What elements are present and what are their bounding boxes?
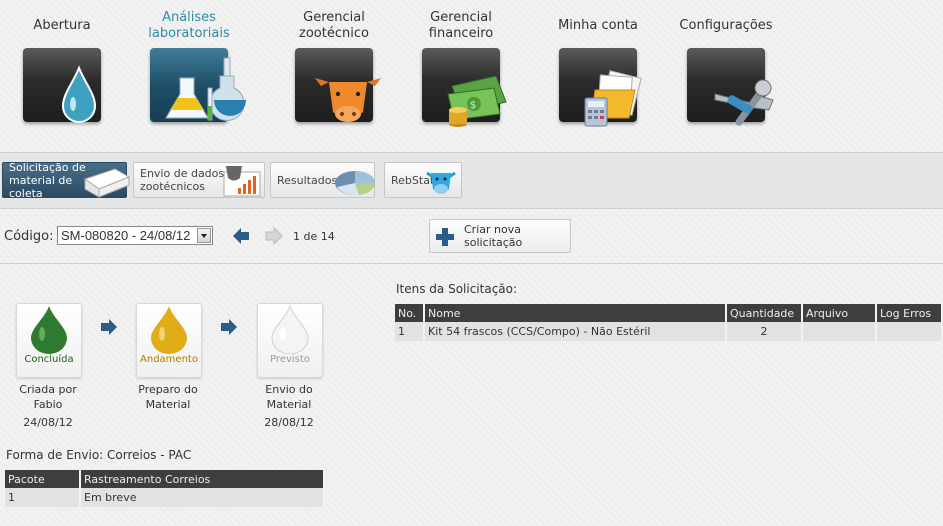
table-row: 1 Kit 54 frascos (CCS/Compo) - Não Estér…	[395, 322, 943, 341]
subnav-envio-dados[interactable]: Envio de dados zootécnicos	[133, 162, 265, 198]
nav-analises-laboratoriais[interactable]: Análises laboratoriais	[129, 0, 249, 122]
step-caption-line: Material	[145, 398, 191, 411]
cow-head-icon	[295, 48, 381, 122]
water-drop-icon	[31, 306, 67, 354]
table-cell: 1	[5, 488, 81, 507]
step-previsto: Previsto	[257, 303, 323, 378]
shipping-table: Pacote Rastreamento Correios 1 Em breve	[5, 470, 325, 507]
nav-gerencial-zootecnico[interactable]: Gerencial zootécnico	[274, 0, 394, 122]
subnav-label: Resultados	[277, 173, 338, 187]
report-chart-icon	[223, 166, 261, 197]
svg-text:$: $	[470, 100, 476, 111]
step-concluida: Concluída	[16, 303, 82, 378]
styrofoam-box-icon	[83, 168, 131, 198]
nav-label: Gerencial financeiro	[428, 10, 494, 41]
items-title: Itens da Solicitação:	[396, 282, 518, 296]
pie-chart-icon	[335, 171, 376, 196]
arrow-right-icon	[221, 319, 237, 335]
table-header-row: No. Nome Quantidade Arquivo Log Erros	[395, 304, 943, 322]
table-cell	[802, 322, 877, 341]
folder-calculator-icon	[559, 48, 642, 127]
step-caption-line: Criada por	[19, 383, 77, 396]
step-date: 28/08/12	[264, 416, 314, 429]
step-caption: Preparo do Material	[123, 382, 213, 412]
table-cell: Kit 54 frascos (CCS/Compo) - Não Estéril	[424, 322, 727, 341]
nav-configuracoes[interactable]: Configurações	[666, 0, 786, 126]
lab-flasks-icon	[150, 48, 246, 122]
column-header: Log Erros	[876, 304, 943, 322]
pager-text: 1 de 14	[293, 230, 335, 243]
step-status: Previsto	[270, 354, 310, 365]
plus-icon	[436, 228, 454, 246]
step-caption-line: Preparo do	[138, 383, 198, 396]
step-date: 24/08/12	[23, 416, 73, 429]
nav-label: Análises laboratoriais	[148, 10, 230, 41]
nav-abertura[interactable]: Abertura	[2, 0, 122, 123]
items-table: No. Nome Quantidade Arquivo Log Erros 1 …	[395, 304, 943, 341]
subnav-resultados[interactable]: Resultados	[270, 162, 376, 198]
create-request-label: Criar nova solicitação	[464, 223, 523, 249]
sub-nav: Solicitação de material de coleta Envio …	[0, 153, 943, 208]
column-header: No.	[395, 304, 425, 322]
subnav-label: Envio de dados zootécnicos	[140, 167, 225, 193]
column-header: Nome	[424, 304, 727, 322]
table-cell: 2	[726, 322, 803, 341]
column-header: Rastreamento Correios	[80, 470, 325, 488]
step-status: Concluída	[24, 354, 74, 365]
cow-head-icon	[426, 171, 456, 194]
arrow-left-icon[interactable]	[232, 227, 250, 245]
shipping-label: Forma de Envio: Correios - PAC	[6, 448, 192, 462]
nav-label: Minha conta	[558, 18, 638, 33]
money-icon: $	[422, 48, 507, 127]
create-request-button[interactable]: Criar nova solicitação	[429, 219, 571, 253]
codigo-select-value: SM-080820 - 24/08/12	[61, 228, 191, 243]
table-cell: 1	[395, 322, 425, 341]
table-header-row: Pacote Rastreamento Correios	[5, 470, 325, 488]
step-caption-line: Fabio	[33, 398, 63, 411]
water-drop-icon	[151, 306, 187, 354]
nav-minha-conta[interactable]: Minha conta	[538, 0, 658, 127]
arrow-right-icon[interactable]	[265, 227, 283, 245]
table-cell	[876, 322, 943, 341]
chevron-down-icon[interactable]	[197, 228, 211, 243]
divider	[0, 208, 943, 209]
table-row: 1 Em breve	[5, 488, 325, 507]
step-caption-line: Material	[266, 398, 312, 411]
column-header: Arquivo	[802, 304, 877, 322]
nav-gerencial-financeiro[interactable]: Gerencial financeiro $	[401, 0, 521, 127]
step-status: Andamento	[140, 354, 198, 365]
codigo-select[interactable]: SM-080820 - 24/08/12	[57, 226, 213, 245]
nav-label: Gerencial zootécnico	[299, 10, 369, 41]
water-drop-icon	[271, 304, 309, 354]
step-caption: Criada por Fabio	[3, 382, 93, 412]
codigo-label: Código:	[4, 229, 54, 244]
table-cell: Em breve	[80, 488, 325, 507]
subnav-rebstat[interactable]: RebStat	[384, 162, 462, 198]
water-drop-icon	[23, 48, 101, 123]
divider	[0, 263, 943, 264]
wrench-tools-icon	[687, 48, 774, 126]
nav-label: Configurações	[679, 18, 773, 33]
subnav-solicitacao-material[interactable]: Solicitação de material de coleta	[2, 161, 131, 200]
column-header: Quantidade	[726, 304, 803, 322]
step-andamento: Andamento	[136, 303, 202, 378]
step-caption-line: Envio do	[265, 383, 313, 396]
step-caption: Envio do Material	[244, 382, 334, 412]
column-header: Pacote	[5, 470, 81, 488]
nav-label: Abertura	[33, 18, 91, 33]
arrow-right-icon	[101, 319, 117, 335]
